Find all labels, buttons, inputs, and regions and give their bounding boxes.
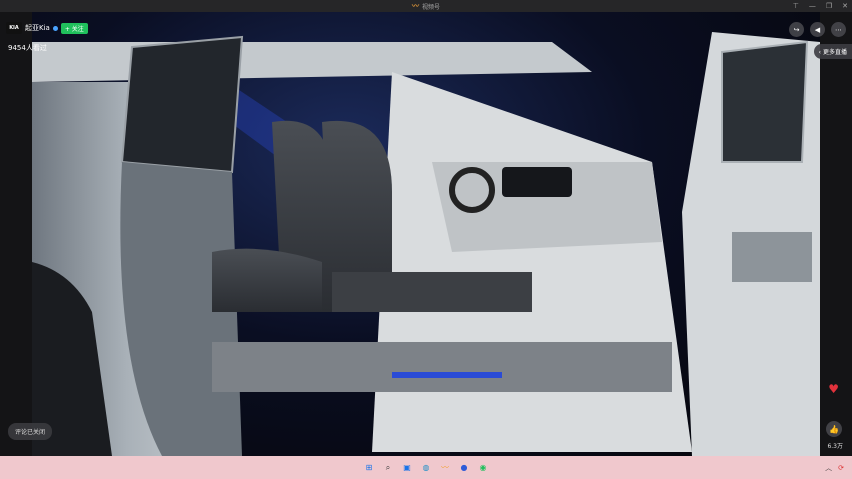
vehicle-interior-image: [32, 32, 820, 456]
wechat-icon[interactable]: ◉: [477, 462, 489, 474]
window-title: 〰 视频号: [412, 1, 440, 11]
channels-logo-icon: 〰: [411, 2, 419, 10]
title-bar: 〰 视频号 ⊤ — ❐ ✕: [0, 0, 852, 12]
verified-icon: [52, 25, 58, 31]
close-icon[interactable]: ✕: [842, 2, 848, 10]
comments-status: 评论已关闭: [8, 423, 53, 440]
more-live-label: 更多直播: [822, 49, 847, 56]
share-icon[interactable]: ↪: [789, 22, 804, 37]
pin-icon[interactable]: ⊤: [793, 2, 799, 10]
live-video[interactable]: [32, 12, 820, 456]
taskview-icon[interactable]: ▣: [401, 462, 413, 474]
sync-icon[interactable]: ⟳: [838, 464, 844, 472]
account-name[interactable]: 起亚Kia: [25, 23, 50, 33]
wechat-channels-icon[interactable]: 〰: [439, 462, 451, 474]
restore-icon[interactable]: ❐: [826, 2, 832, 10]
heart-icon: ♥: [828, 382, 839, 396]
volume-icon[interactable]: ◀: [810, 22, 825, 37]
chevron-up-icon[interactable]: ︿: [825, 463, 832, 473]
minimize-icon[interactable]: —: [809, 2, 816, 10]
account-info: KIA 起亚Kia + 关注: [6, 22, 88, 34]
avatar[interactable]: KIA: [6, 22, 22, 34]
top-actions: ↪ ◀ ⋯: [789, 22, 846, 37]
live-stage: KIA 起亚Kia + 关注 9454人看过 ↪ ◀ ⋯ ‹ 更多直播 ♥ 评论…: [0, 12, 852, 456]
like-count: 6.3万: [827, 443, 843, 450]
viewer-count: 9454人看过: [8, 44, 47, 52]
app-icon[interactable]: ●: [458, 462, 470, 474]
start-icon[interactable]: ⊞: [363, 462, 375, 474]
thumbs-up-icon: 👍: [829, 424, 839, 434]
more-icon[interactable]: ⋯: [831, 22, 846, 37]
system-tray: ︿ ⟳: [825, 456, 844, 479]
search-icon[interactable]: ⌕: [382, 462, 394, 474]
like-button[interactable]: 👍: [826, 421, 842, 437]
follow-button[interactable]: + 关注: [60, 22, 88, 34]
taskbar: ⊞ ⌕ ▣ ◍ 〰 ● ◉: [0, 456, 852, 479]
window-title-text: 视频号: [421, 3, 440, 11]
left-panel: [0, 12, 32, 456]
edge-icon[interactable]: ◍: [420, 462, 432, 474]
window-controls: ⊤ — ❐ ✕: [793, 0, 848, 12]
chevron-left-icon: ‹: [818, 49, 822, 56]
more-live-button[interactable]: ‹ 更多直播: [813, 44, 852, 59]
